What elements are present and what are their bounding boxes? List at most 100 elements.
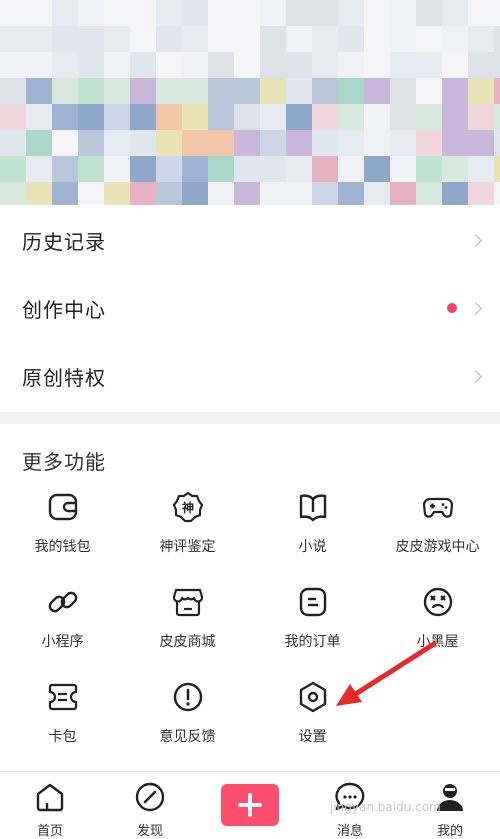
mosaic-cell (26, 52, 52, 78)
mosaic-cell (26, 130, 52, 156)
mosaic-cell (26, 104, 52, 130)
mosaic-cell (130, 78, 156, 104)
tab-home[interactable]: 首页 (0, 772, 100, 839)
mosaic-cell (286, 0, 312, 26)
mosaic-cell (52, 182, 78, 205)
feature-card-pack[interactable]: 卡包 (0, 680, 125, 746)
mosaic-cell (130, 104, 156, 130)
mosaic-cell (286, 156, 312, 182)
feature-game-center[interactable]: 皮皮游戏中心 (375, 490, 500, 556)
link-icon (48, 591, 77, 613)
mosaic-cell (260, 52, 286, 78)
feature-mini-program[interactable]: 小程序 (0, 585, 125, 651)
mosaic-cell (338, 182, 364, 205)
mosaic-cell (52, 0, 78, 26)
menu-item-label: 历史记录 (22, 229, 106, 254)
mosaic-cell (156, 0, 182, 26)
mosaic-cell (494, 182, 500, 205)
mosaic-cell (364, 26, 390, 52)
mosaic-cell (468, 26, 494, 52)
watermark: jingyan.baidu.com (330, 800, 441, 814)
mosaic-cell (78, 130, 104, 156)
mosaic-cell (234, 78, 260, 104)
mosaic-cell (364, 104, 390, 130)
feature-label: 我的订单 (284, 634, 341, 650)
mosaic-cell (494, 26, 500, 52)
mosaic-cell (104, 52, 130, 78)
mosaic-cell (494, 78, 500, 104)
mosaic-cell (364, 130, 390, 156)
feature-settings[interactable]: 设置 (250, 680, 375, 746)
mosaic-cell (0, 156, 26, 182)
feature-black-room[interactable]: 小黑屋 (375, 585, 500, 651)
mosaic-cell (416, 156, 442, 182)
menu-item-label: 原创特权 (22, 365, 106, 390)
mosaic-cell (312, 130, 338, 156)
mosaic-cell (0, 52, 26, 78)
mosaic-cell (312, 78, 338, 104)
feature-shen-ping[interactable]: 神 神评鉴定 (125, 490, 250, 556)
menu-item-original-privilege[interactable]: 原创特权 (0, 342, 500, 410)
mosaic-cell (156, 52, 182, 78)
mosaic-cell (416, 26, 442, 52)
mosaic-cell (78, 26, 104, 52)
mosaic-cell (416, 0, 442, 26)
mosaic-cell (26, 26, 52, 52)
mosaic-cell (390, 156, 416, 182)
feature-novel[interactable]: 小说 (250, 490, 375, 556)
mosaic-cell (78, 156, 104, 182)
mosaic-cell (286, 52, 312, 78)
mosaic-cell (390, 0, 416, 26)
publish-button[interactable] (221, 784, 279, 826)
mosaic-cell (468, 182, 494, 205)
mosaic-cell (468, 130, 494, 156)
mosaic-cell (182, 156, 208, 182)
menu-item-history[interactable]: 历史记录 (0, 206, 500, 274)
mosaic-cell (468, 104, 494, 130)
mosaic-cell (208, 78, 234, 104)
mosaic-cell (416, 104, 442, 130)
mosaic-cell (442, 156, 468, 182)
feature-wallet[interactable]: 我的钱包 (0, 490, 125, 556)
feature-feedback[interactable]: 意见反馈 (125, 680, 250, 746)
tab-discover[interactable]: 发现 (100, 772, 200, 839)
mosaic-cell (390, 130, 416, 156)
shen-badge-icon: 神 (172, 491, 203, 523)
feature-label: 卡包 (48, 729, 77, 745)
plus-icon (238, 793, 262, 817)
mosaic-cell (52, 78, 78, 104)
mosaic-cell (494, 0, 500, 26)
dizzy-face-icon (423, 587, 452, 617)
mosaic-cell (364, 52, 390, 78)
mosaic-cell (494, 156, 500, 182)
mosaic-cell (182, 26, 208, 52)
mosaic-cell (208, 182, 234, 205)
mosaic-cell (182, 182, 208, 205)
mosaic-cell (416, 182, 442, 205)
pixelated-header (0, 0, 500, 205)
tab-label: 发现 (136, 824, 163, 839)
mosaic-cell (104, 26, 130, 52)
mosaic-cell (390, 78, 416, 104)
feature-label: 小黑屋 (416, 634, 459, 650)
mosaic-cell (0, 130, 26, 156)
ticket-icon (48, 683, 77, 711)
feature-store[interactable]: 皮皮商城 (125, 585, 250, 651)
section-title: 更多功能 (22, 450, 106, 474)
feature-label: 我的钱包 (34, 539, 91, 555)
mosaic-cell (0, 182, 26, 205)
mosaic-cell (104, 182, 130, 205)
mosaic-cell (234, 182, 260, 205)
mosaic-cell (260, 182, 286, 205)
feature-my-orders[interactable]: 我的订单 (250, 585, 375, 651)
mosaic-cell (0, 78, 26, 104)
mosaic-cell (156, 156, 182, 182)
menu-item-creator-center[interactable]: 创作中心 (0, 274, 500, 342)
tab-label: 消息 (336, 824, 363, 839)
mosaic-cell (104, 0, 130, 26)
gamepad-icon (422, 497, 453, 518)
feature-label: 小说 (298, 539, 327, 555)
mosaic-cell (494, 52, 500, 78)
mosaic-cell (104, 104, 130, 130)
mosaic-cell (26, 78, 52, 104)
